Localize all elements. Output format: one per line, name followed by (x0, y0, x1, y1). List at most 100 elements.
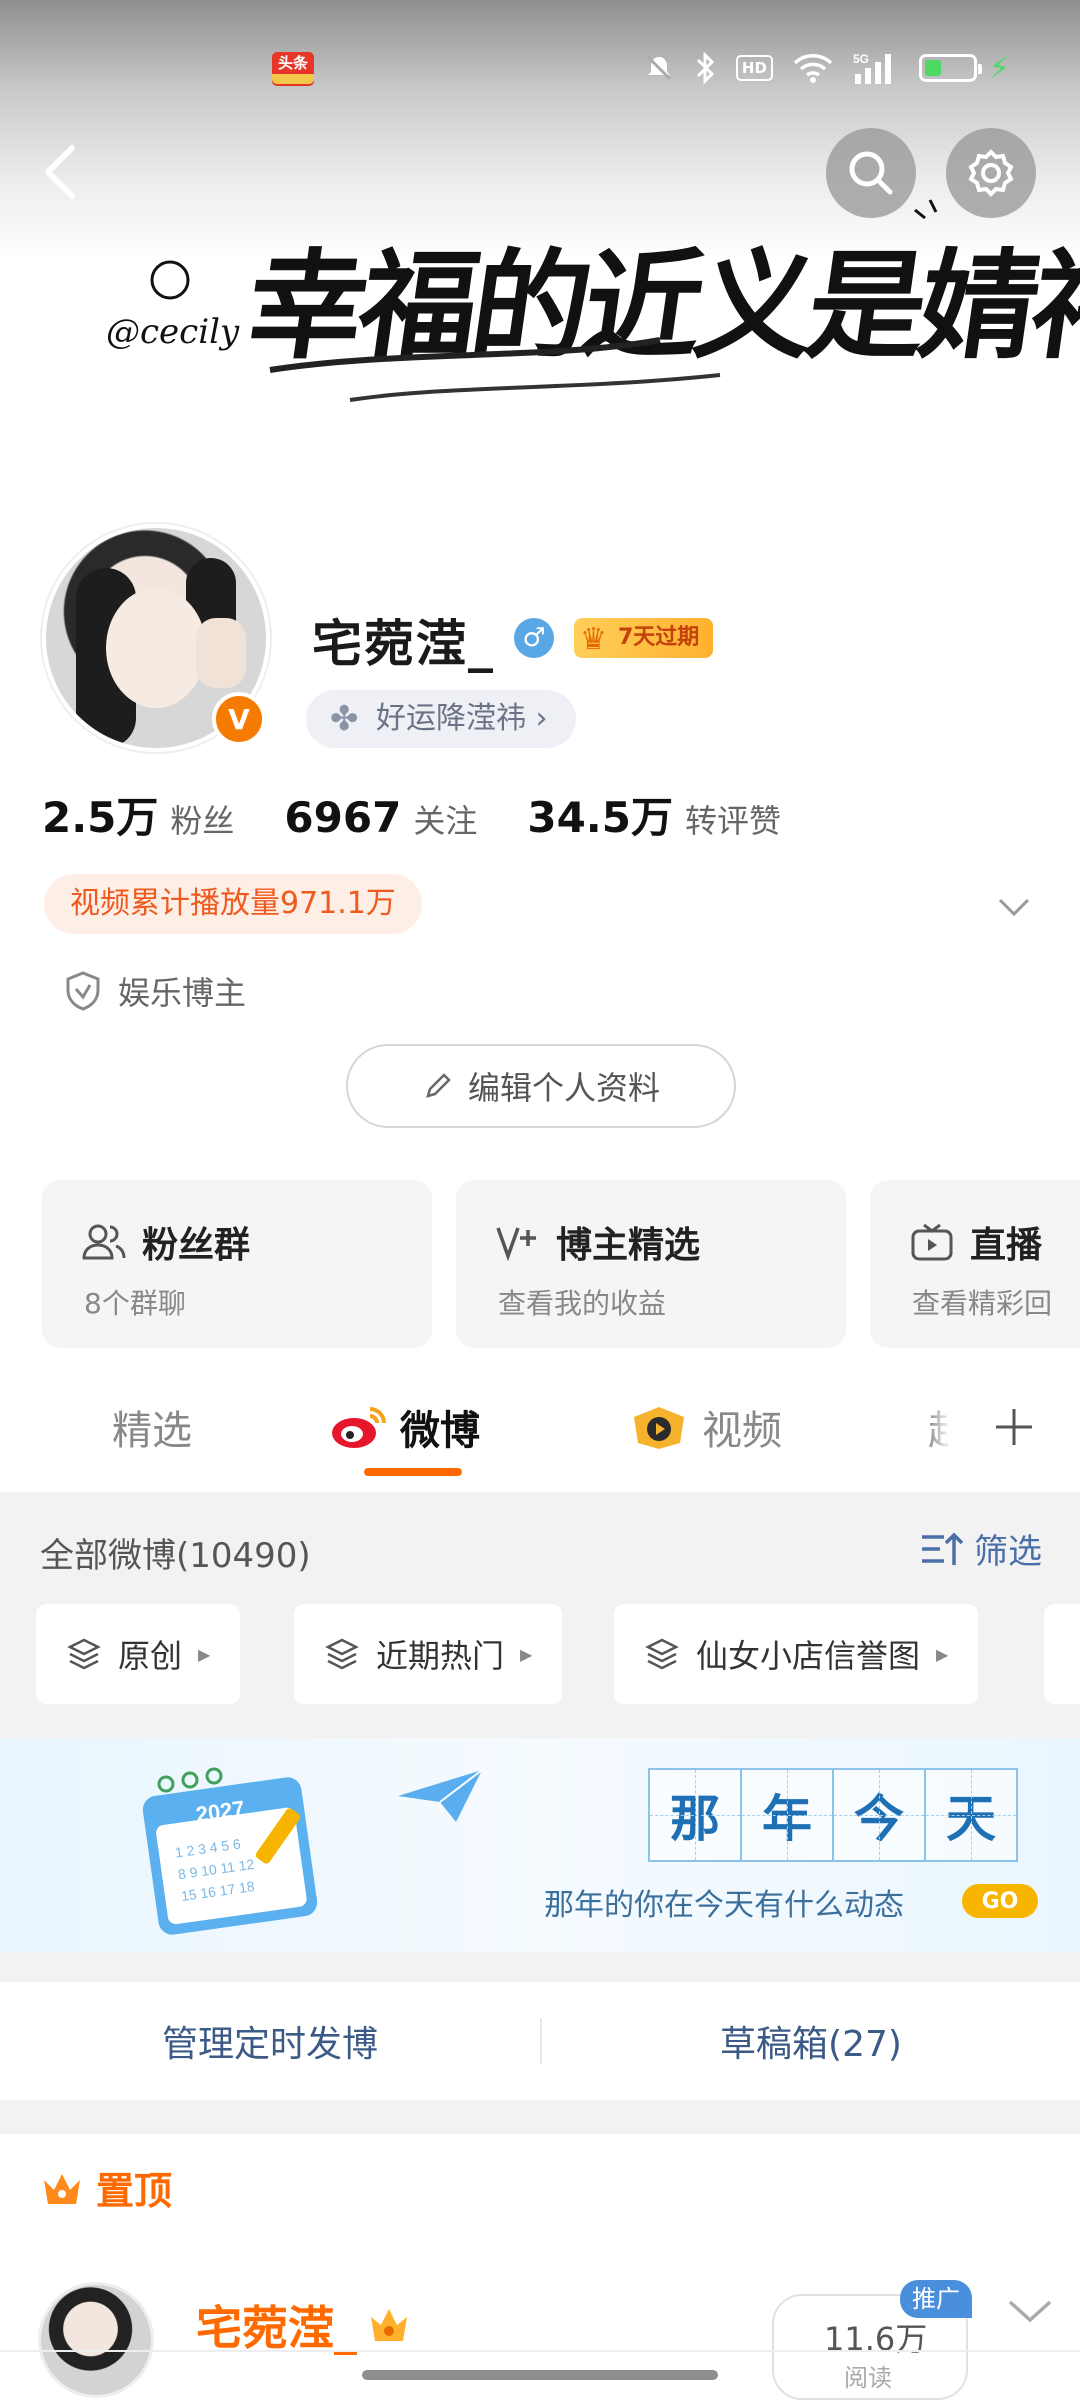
svg-text:5G: 5G (853, 52, 869, 66)
tab-weibo[interactable]: 微博 (330, 1398, 480, 1456)
card-fan-group[interactable]: 粉丝群 8个群聊 (42, 1180, 432, 1348)
card-live-title: 直播 (970, 1225, 1043, 1266)
creator-tag[interactable]: 娱乐博主 (64, 968, 246, 1014)
layers-icon (325, 1638, 359, 1670)
home-indicator[interactable] (362, 2370, 718, 2380)
layers-icon (67, 1638, 101, 1670)
manage-scheduled-posts-button[interactable]: 管理定时发博 (0, 1982, 540, 2100)
followers-count: 2.5万 (42, 793, 159, 842)
feed-header: 全部微博(10490) 筛选 原创 ▶ 近期热门 ▶ 仙女小店信誉图 ▶ (0, 1492, 1080, 1738)
tab-video[interactable]: 视频 (628, 1398, 782, 1456)
vip-crown-icon (371, 2309, 407, 2341)
back-button[interactable] (32, 140, 88, 204)
card-fan-group-title: 粉丝群 (142, 1225, 251, 1266)
chip-more[interactable] (1044, 1604, 1080, 1704)
crown-icon (44, 2173, 80, 2204)
followers-stat[interactable]: 2.5万 粉丝 (42, 784, 234, 845)
filter-button[interactable]: 筛选 (920, 1524, 1042, 1573)
card-creator-picks-title: 博主精选 (556, 1225, 701, 1266)
add-tab-button[interactable] (948, 1370, 1080, 1484)
paper-plane-icon (398, 1769, 483, 1822)
go-button[interactable]: GO (962, 1884, 1038, 1918)
vip-badge[interactable]: ♛ 7天过期 (574, 618, 714, 658)
hd-icon: HD (735, 55, 773, 81)
followers-label: 粉丝 (170, 802, 235, 840)
filter-chips: 原创 ▶ 近期热门 ▶ 仙女小店信誉图 ▶ (36, 1604, 1080, 1704)
post-author-avatar[interactable] (38, 2282, 154, 2398)
profile-tabs: 精选 微博 视频 超 (0, 1370, 1080, 1490)
charging-icon: ⚡ (988, 50, 1010, 86)
post-author-name[interactable]: 宅菀滢_ (196, 2292, 411, 2358)
tab-featured[interactable]: 精选 (112, 1398, 192, 1456)
views-count: 11.6万 (824, 2320, 928, 2358)
engagement-label: 转评赞 (684, 802, 781, 840)
filter-icon (922, 1532, 964, 1565)
edit-profile-button[interactable]: 编辑个人资料 (346, 1044, 736, 1128)
caret-right-icon: ▶ (520, 1644, 533, 1664)
clover-icon: ✤ (330, 699, 359, 739)
engagement-stat[interactable]: 34.5万 转评赞 (527, 784, 781, 845)
pencil-icon (426, 1073, 451, 1098)
toutiao-app-icon: 头条 (272, 52, 314, 86)
card-live-subtitle: 查看精彩回 (912, 1287, 1053, 1320)
chevron-down-icon[interactable] (994, 886, 1034, 926)
signature-text: 好运降滢祎 (376, 701, 526, 736)
on-this-day-banner[interactable]: 2027 1 2 3 4 5 6 8 9 10 11 12 15 16 17 1… (0, 1738, 1080, 1952)
on-this-day-caption: 那年的你在今天有什么动态 (544, 1888, 904, 1923)
post-actions: 管理定时发博 草稿箱(27) (0, 1982, 1080, 2100)
weibo-logo-icon (332, 1407, 386, 1448)
back-arrow-icon (45, 145, 75, 199)
tv-icon (911, 1223, 953, 1261)
verified-badge: V (212, 692, 266, 746)
caret-right-icon: ▶ (936, 1644, 949, 1664)
profile-username: 宅菀滢_ (312, 615, 495, 673)
following-label: 关注 (413, 802, 478, 840)
group-icon (82, 1224, 126, 1260)
feature-cards: 粉丝群 8个群聊 博主精选 查看我的收益 直播 查看精彩回 (42, 1180, 1080, 1350)
battery-icon (918, 54, 982, 82)
following-stat[interactable]: 6967 关注 (284, 793, 477, 842)
card-live[interactable]: 直播 查看精彩回 (870, 1180, 1080, 1348)
plus-icon (996, 1409, 1032, 1445)
card-creator-picks-subtitle: 查看我的收益 (498, 1287, 667, 1320)
section-divider (0, 2100, 1080, 2134)
chip-recent-hot[interactable]: 近期热门 ▶ (294, 1604, 563, 1704)
edit-profile-label: 编辑个人资料 (467, 1069, 660, 1107)
chevron-right-icon: › (535, 701, 548, 736)
weibo-count-label: 全部微博(10490) (40, 1536, 311, 1576)
engagement-count: 34.5万 (527, 793, 673, 842)
video-tab-icon (634, 1407, 684, 1449)
caret-right-icon: ▶ (198, 1644, 211, 1664)
following-count: 6967 (284, 793, 402, 842)
nav-divider (0, 2350, 1080, 2352)
promote-tag[interactable]: 推广 (900, 2280, 972, 2318)
pinned-label: 置顶 (40, 2160, 172, 2215)
layers-icon (645, 1638, 679, 1670)
active-tab-indicator (364, 1468, 462, 1476)
profile-header-banner: 头条 HD 5G ⚡ @cecily 幸福的近义是婧祎 (0, 0, 1080, 500)
v-plus-icon (496, 1227, 536, 1262)
video-plays-pill[interactable]: 视频累计播放量971.1万 (44, 874, 422, 934)
status-bar: 头条 HD 5G ⚡ (0, 0, 1080, 130)
crown-icon: ♛ (580, 622, 607, 657)
card-creator-picks[interactable]: 博主精选 查看我的收益 (456, 1180, 846, 1348)
views-label: 阅读 (844, 2364, 892, 2392)
vip-expiry-text: 7天过期 (618, 625, 700, 650)
wifi-icon (793, 53, 833, 83)
shield-icon (66, 971, 100, 1011)
chip-original[interactable]: 原创 ▶ (36, 1604, 241, 1704)
chip-shop-reviews[interactable]: 仙女小店信誉图 ▶ (614, 1604, 979, 1704)
status-icons: HD 5G ⚡ (644, 50, 1010, 86)
mute-icon (644, 53, 674, 83)
male-gender-icon: ♂ (514, 618, 554, 658)
section-divider (0, 1952, 1080, 1982)
drafts-button[interactable]: 草稿箱(27) (542, 1982, 1080, 2100)
post-menu-chevron-icon[interactable] (1006, 2296, 1054, 2326)
banner-decoration (150, 199, 938, 402)
profile-stats: 2.5万 粉丝 6967 关注 34.5万 转评赞 (42, 784, 831, 845)
on-this-day-title: 那 年 今 天 (648, 1768, 1018, 1862)
bluetooth-icon (694, 52, 716, 84)
5g-signal-icon: 5G (853, 52, 899, 84)
calendar-icon: 2027 1 2 3 4 5 6 8 9 10 11 12 15 16 17 1… (142, 1767, 318, 1935)
signature-pill[interactable]: ✤ 好运降滢祎 › (306, 690, 576, 748)
